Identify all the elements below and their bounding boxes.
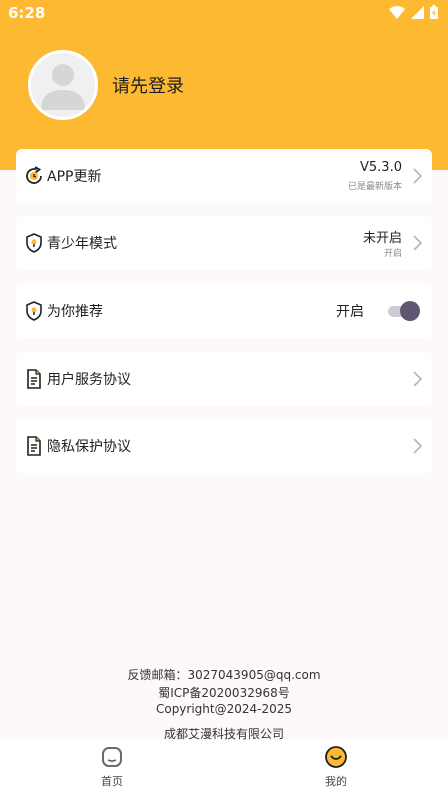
status-bar: 6:28 [0,0,448,26]
shield-icon [26,233,42,253]
refresh-clock-icon [26,166,42,184]
chevron-right-icon [413,438,423,454]
recommend-row: 为你推荐 开启 [16,284,432,338]
tab-home-label: 首页 [101,775,123,788]
recommend-state: 开启 [336,304,364,320]
app-update-row[interactable]: APP更新 V5.3.0 已是最新版本 [16,149,432,203]
chevron-right-icon [413,371,423,387]
wifi-icon [389,5,405,19]
feedback-email: 反馈邮箱：3027043905@qq.com [127,668,321,682]
login-prompt[interactable]: 请先登录 [112,72,184,98]
update-status: 已是最新版本 [347,182,402,192]
battery-icon [430,5,438,19]
bottom-tab-bar: 首页 我的 [0,740,448,796]
tab-home[interactable]: 首页 [67,746,157,789]
mine-page: 6:28 请先登录 APP更新 V5.3.0 已是最新版本 青少年模式 未开启 … [0,0,448,796]
profile-section[interactable]: 请先登录 [28,50,184,120]
user-placeholder-icon [41,64,85,110]
toggle-knob [400,301,420,321]
tab-mine[interactable]: 我的 [291,746,381,789]
signal-icon [411,5,424,19]
privacy-agreement-label: 隐私保护协议 [47,439,131,455]
smiley-icon [325,746,347,768]
app-version: V5.3.0 [360,160,402,175]
recommend-toggle[interactable] [388,301,420,321]
document-icon [27,436,41,456]
status-time: 6:28 [8,4,46,22]
home-icon [102,747,122,767]
user-agreement-row[interactable]: 用户服务协议 [16,352,432,406]
status-icons [389,5,438,19]
avatar[interactable] [28,50,98,120]
shield-icon [26,301,42,321]
youth-mode-state: 未开启 [362,231,402,246]
youth-mode-label: 青少年模式 [47,236,117,252]
chevron-right-icon [413,235,423,251]
tab-mine-label: 我的 [325,775,347,788]
user-agreement-label: 用户服务协议 [47,372,131,388]
copyright: Copyright@2024-2025 [155,702,293,716]
icp-number: 蜀ICP备2020032968号 [158,686,290,700]
recommend-label: 为你推荐 [47,304,103,320]
privacy-agreement-row[interactable]: 隐私保护协议 [16,419,432,473]
app-update-label: APP更新 [47,169,102,185]
chevron-right-icon [413,168,423,184]
youth-mode-row[interactable]: 青少年模式 未开启 开启 [16,216,432,270]
youth-mode-action: 开启 [383,249,402,259]
document-icon [27,369,41,389]
